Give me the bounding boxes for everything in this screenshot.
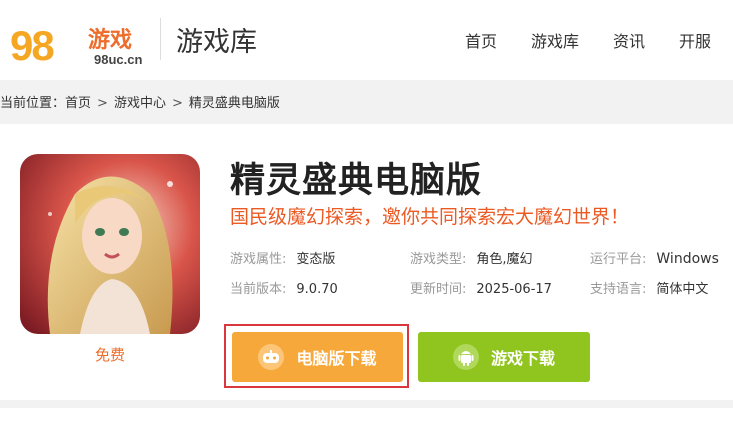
info-label: 游戏类型: (410, 252, 467, 267)
info-value: 2025-06-17 (476, 282, 552, 297)
info-value: 角色,魔幻 (476, 252, 533, 267)
info-label: 更新时间: (410, 282, 467, 297)
game-cover-image[interactable] (20, 154, 200, 334)
nav-server[interactable]: 开服 (679, 28, 711, 52)
info-label: 游戏属性: (230, 252, 287, 267)
info-update: 更新时间: 2025-06-17 (410, 278, 552, 297)
android-icon (452, 344, 479, 370)
gamepad-icon (258, 344, 285, 370)
game-title: 精灵盛典电脑版 (230, 161, 483, 201)
game-card: 免费 精灵盛典电脑版 国民级魔幻探索，邀你共同探索宏大魔幻世界！ 游戏属性: 变态… (0, 124, 733, 400)
info-label: 支持语言: (590, 282, 647, 297)
breadcrumb-game-center[interactable]: 游戏中心 (114, 96, 166, 111)
info-version: 当前版本: 9.0.70 (230, 278, 338, 297)
info-row: 当前版本: 9.0.70 更新时间: 2025-06-17 支持语言: 简体中文 (230, 278, 730, 308)
breadcrumb-current[interactable]: 精灵盛典电脑版 (189, 96, 280, 111)
game-slogan: 国民级魔幻探索，邀你共同探索宏大魔幻世界！ (230, 206, 630, 228)
price-label: 免费 (94, 346, 125, 364)
info-value: 简体中文 (656, 282, 709, 297)
pc-download-button[interactable]: 电脑版下载 (232, 332, 403, 382)
main-nav: 首页 游戏库 资讯 开服 (465, 28, 711, 52)
breadcrumb-home[interactable]: 首页 (65, 96, 91, 111)
next-section (0, 408, 733, 441)
info-label: 当前版本: (230, 282, 287, 297)
game-download-button[interactable]: 游戏下载 (418, 332, 590, 382)
breadcrumb-separator: > (171, 96, 183, 111)
pc-download-label: 电脑版下载 (296, 349, 377, 368)
header-divider (160, 18, 161, 60)
logo-brand: 游戏 (88, 28, 133, 53)
info-row: 游戏属性: 变态版 游戏类型: 角色,魔幻 运行平台: Windows (230, 248, 730, 278)
site-header: 98 游戏 98uc.cn 游戏库 首页 游戏库 资讯 开服 (0, 0, 733, 80)
breadcrumb-separator: > (97, 96, 108, 111)
info-language: 支持语言: 简体中文 (590, 278, 708, 297)
info-value: Windows (656, 251, 719, 267)
info-platform: 运行平台: Windows (590, 248, 719, 267)
section-title: 游戏库 (176, 27, 257, 58)
breadcrumb-prefix: 当前位置： (0, 96, 66, 111)
info-label: 运行平台: (590, 252, 647, 267)
game-download-label: 游戏下载 (490, 349, 555, 368)
info-value: 9.0.70 (296, 282, 338, 297)
nav-game-library[interactable]: 游戏库 (531, 28, 579, 52)
nav-news[interactable]: 资讯 (613, 28, 645, 52)
nav-home[interactable]: 首页 (465, 28, 497, 52)
breadcrumb: 当前位置：首页 > 游戏中心 > 精灵盛典电脑版 (0, 92, 280, 111)
info-type: 游戏类型: 角色,魔幻 (410, 248, 533, 267)
logo-number: 98 (10, 22, 55, 69)
site-logo[interactable]: 98 游戏 98uc.cn (10, 12, 150, 69)
info-value: 变态版 (296, 252, 336, 267)
info-attr: 游戏属性: 变态版 (230, 248, 335, 267)
game-info-table: 游戏属性: 变态版 游戏类型: 角色,魔幻 运行平台: Windows 当前版本: 9.… (230, 248, 730, 308)
logo-domain: 98uc.cn (94, 52, 143, 67)
